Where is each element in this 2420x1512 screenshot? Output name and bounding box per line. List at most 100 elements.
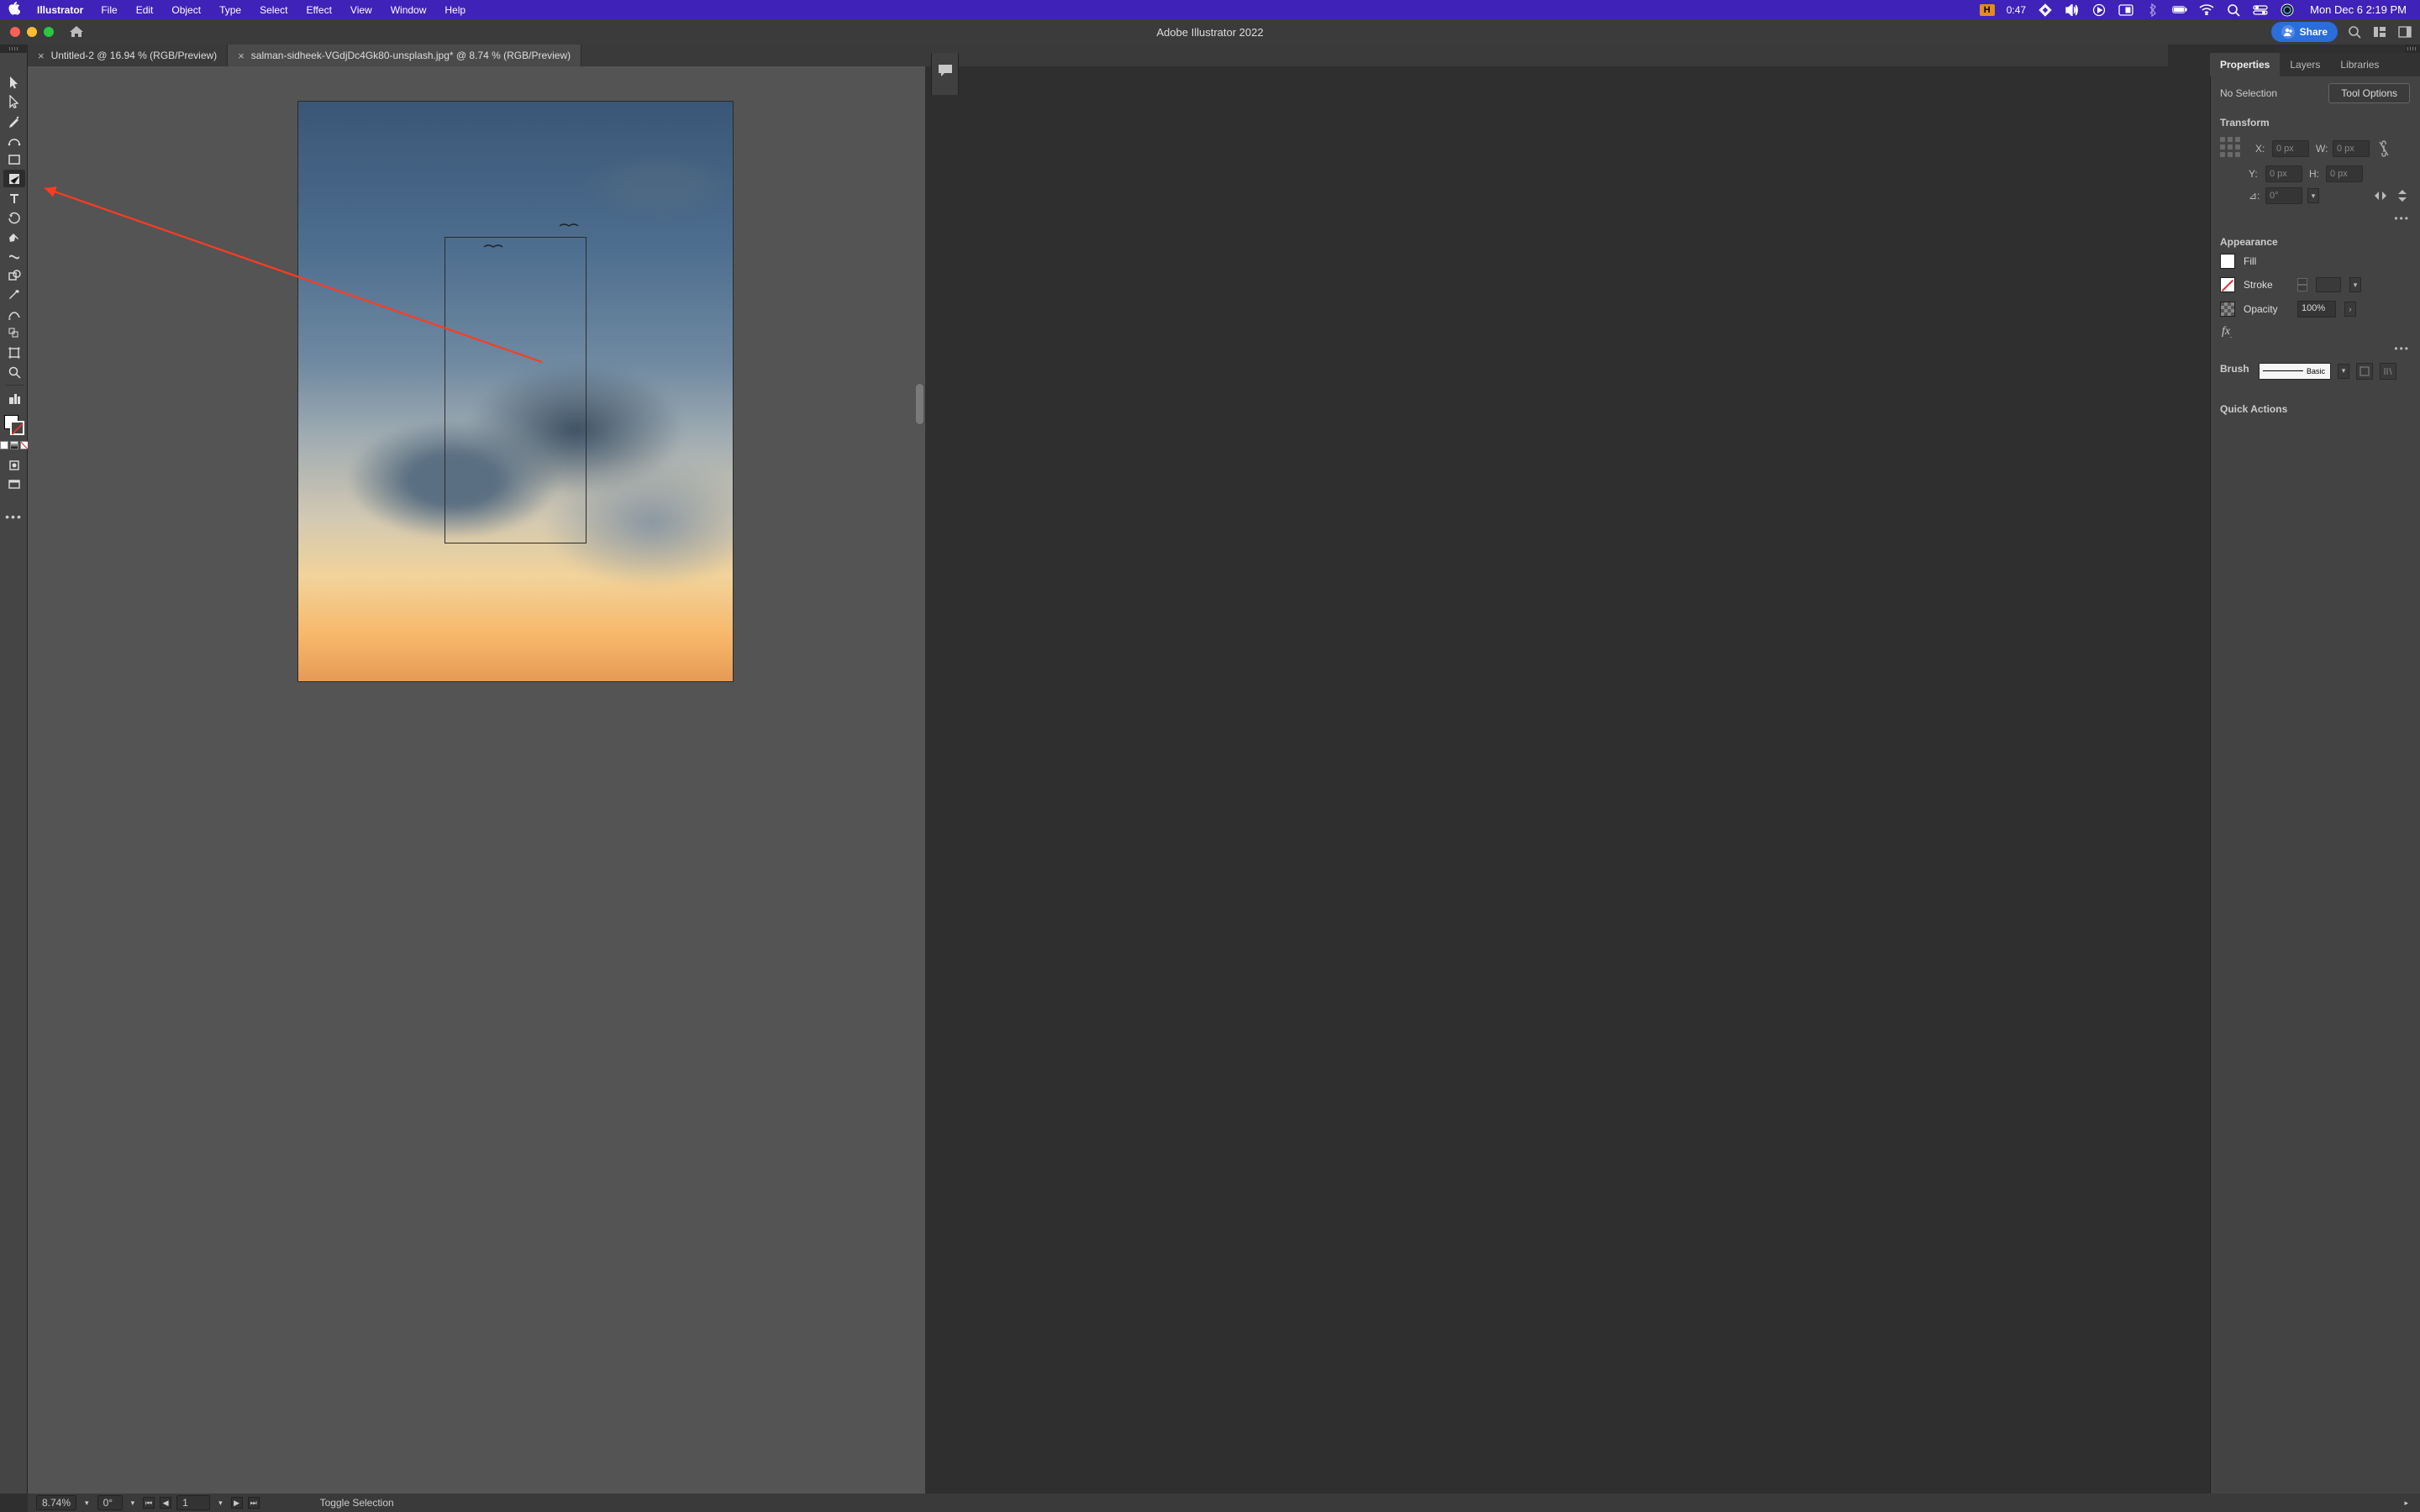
scale-tool[interactable] xyxy=(3,228,25,245)
menu-type[interactable]: Type xyxy=(210,4,250,16)
zoom-tool[interactable] xyxy=(3,363,25,381)
eyedropper-tool[interactable] xyxy=(3,286,25,303)
diamond-icon[interactable] xyxy=(2038,3,2053,18)
hand-tool[interactable] xyxy=(3,390,25,407)
tool-options-button[interactable]: Tool Options xyxy=(2328,83,2410,103)
selection-tool[interactable] xyxy=(3,73,25,91)
menu-effect[interactable]: Effect xyxy=(297,4,340,16)
w-input[interactable]: 0 px xyxy=(2333,140,2370,157)
menu-window[interactable]: Window xyxy=(381,4,436,16)
reference-point-grid[interactable] xyxy=(2220,137,2244,160)
last-artboard-button[interactable]: ⏭ xyxy=(248,1497,260,1509)
screen-mode-tool[interactable] xyxy=(3,475,25,493)
h-input[interactable]: 0 px xyxy=(2326,165,2363,182)
crop-image-tool[interactable] xyxy=(3,170,25,187)
menu-view[interactable]: View xyxy=(341,4,381,16)
brush-options-icon[interactable] xyxy=(2356,363,2373,380)
stroke-weight-field[interactable] xyxy=(2316,277,2341,292)
volume-icon[interactable] xyxy=(2065,3,2080,18)
dock-handle-right[interactable] xyxy=(2405,45,2420,53)
stroke-swatch[interactable] xyxy=(10,421,24,435)
crop-marquee[interactable] xyxy=(445,237,587,543)
document-tab-1[interactable]: × salman-sidheek-VGdjDc4Gk80-unsplash.jp… xyxy=(228,45,581,66)
angle-dropdown[interactable]: ▾ xyxy=(2307,188,2319,203)
rotate-tool[interactable] xyxy=(3,208,25,226)
home-icon[interactable] xyxy=(69,24,84,40)
next-artboard-button[interactable]: ▶ xyxy=(231,1497,243,1509)
prev-artboard-button[interactable]: ◀ xyxy=(160,1497,171,1509)
width-tool[interactable] xyxy=(3,247,25,265)
brush-libraries-icon[interactable] xyxy=(2380,363,2396,380)
scrollbar-thumb[interactable] xyxy=(916,384,923,424)
menubar-timer[interactable]: 0:47 xyxy=(2007,4,2026,16)
flip-vertical-icon[interactable] xyxy=(2395,188,2410,203)
battery-icon[interactable] xyxy=(2172,3,2187,18)
share-button[interactable]: Share xyxy=(2271,22,2338,42)
color-mode-gradient[interactable] xyxy=(10,441,18,449)
stroke-weight-dropdown[interactable]: ▾ xyxy=(2349,277,2361,292)
close-tab-icon[interactable]: × xyxy=(38,50,45,62)
panel-tab-libraries[interactable]: Libraries xyxy=(2330,53,2389,76)
menubar-brand-icon[interactable]: H xyxy=(1980,4,1995,16)
stroke-swatch[interactable] xyxy=(2220,277,2235,292)
type-tool[interactable] xyxy=(3,189,25,207)
menu-file[interactable]: File xyxy=(92,4,126,16)
artboard-tool[interactable] xyxy=(3,344,25,361)
menu-help[interactable]: Help xyxy=(435,4,475,16)
stroke-weight-stepper[interactable] xyxy=(2297,278,2307,291)
menu-select[interactable]: Select xyxy=(250,4,297,16)
status-popup-icon[interactable]: ▸ xyxy=(2401,1499,2412,1508)
play-circle-icon[interactable] xyxy=(2091,3,2107,18)
menu-object[interactable]: Object xyxy=(162,4,210,16)
panel-tab-layers[interactable]: Layers xyxy=(2280,53,2330,76)
zoom-field[interactable]: 8.74% xyxy=(36,1495,76,1510)
rotate-view-field[interactable]: 0° xyxy=(97,1495,123,1510)
zoom-dropdown-icon[interactable]: ▾ xyxy=(82,1499,92,1508)
fx-button[interactable]: fx. xyxy=(2210,322,2420,343)
apple-menu[interactable] xyxy=(0,2,29,18)
symbol-sprayer-tool[interactable] xyxy=(3,324,25,342)
menubar-clock[interactable]: Mon Dec 6 2:19 PM xyxy=(2307,3,2407,16)
color-mode-none[interactable] xyxy=(20,441,29,449)
transform-more-icon[interactable]: ••• xyxy=(2210,213,2420,229)
link-dimensions-icon[interactable] xyxy=(2376,141,2391,156)
arrange-documents-icon[interactable] xyxy=(2371,24,2388,40)
vertical-scrollbar[interactable] xyxy=(916,73,923,1487)
minimize-window-button[interactable] xyxy=(27,27,37,37)
fill-stroke-control[interactable] xyxy=(3,414,25,436)
artboard-number-field[interactable]: 1 xyxy=(176,1495,210,1510)
opacity-input[interactable]: 100% xyxy=(2297,301,2336,318)
flip-horizontal-icon[interactable] xyxy=(2373,188,2388,203)
fill-swatch[interactable] xyxy=(2220,254,2235,269)
search-icon[interactable] xyxy=(2346,24,2363,40)
appearance-more-icon[interactable]: ••• xyxy=(2210,343,2420,360)
color-mode-solid[interactable] xyxy=(0,441,8,449)
document-tab-0[interactable]: × Untitled-2 @ 16.94 % (RGB/Preview) xyxy=(28,45,228,66)
opacity-popup-icon[interactable]: › xyxy=(2344,302,2356,317)
wifi-icon[interactable] xyxy=(2199,3,2214,18)
artboard-dropdown-icon[interactable]: ▾ xyxy=(215,1499,226,1508)
comments-panel-collapsed[interactable] xyxy=(931,53,959,95)
x-input[interactable]: 0 px xyxy=(2272,140,2309,157)
close-window-button[interactable] xyxy=(10,27,20,37)
app-name[interactable]: Illustrator xyxy=(29,4,92,16)
zoom-window-button[interactable] xyxy=(44,27,54,37)
artboard-image[interactable] xyxy=(298,102,733,681)
rectangle-tool[interactable] xyxy=(3,150,25,168)
direct-selection-tool[interactable] xyxy=(3,92,25,110)
draw-mode-tool[interactable] xyxy=(3,456,25,474)
pen-tool[interactable] xyxy=(3,112,25,129)
workspace-icon[interactable] xyxy=(2396,24,2413,40)
opacity-swatch[interactable] xyxy=(2220,302,2235,317)
close-tab-icon[interactable]: × xyxy=(238,50,245,62)
dock-handle-left[interactable] xyxy=(0,45,28,53)
document-canvas[interactable] xyxy=(28,66,925,1494)
date-icon[interactable] xyxy=(2118,3,2133,18)
control-center-icon[interactable] xyxy=(2253,3,2268,18)
siri-icon[interactable] xyxy=(2280,3,2295,18)
menu-edit[interactable]: Edit xyxy=(127,4,163,16)
angle-input[interactable]: 0° xyxy=(2265,187,2302,204)
brush-preview[interactable]: Basic xyxy=(2259,363,2331,380)
edit-toolbar-button[interactable]: ••• xyxy=(5,510,23,523)
blend-tool[interactable] xyxy=(3,305,25,323)
